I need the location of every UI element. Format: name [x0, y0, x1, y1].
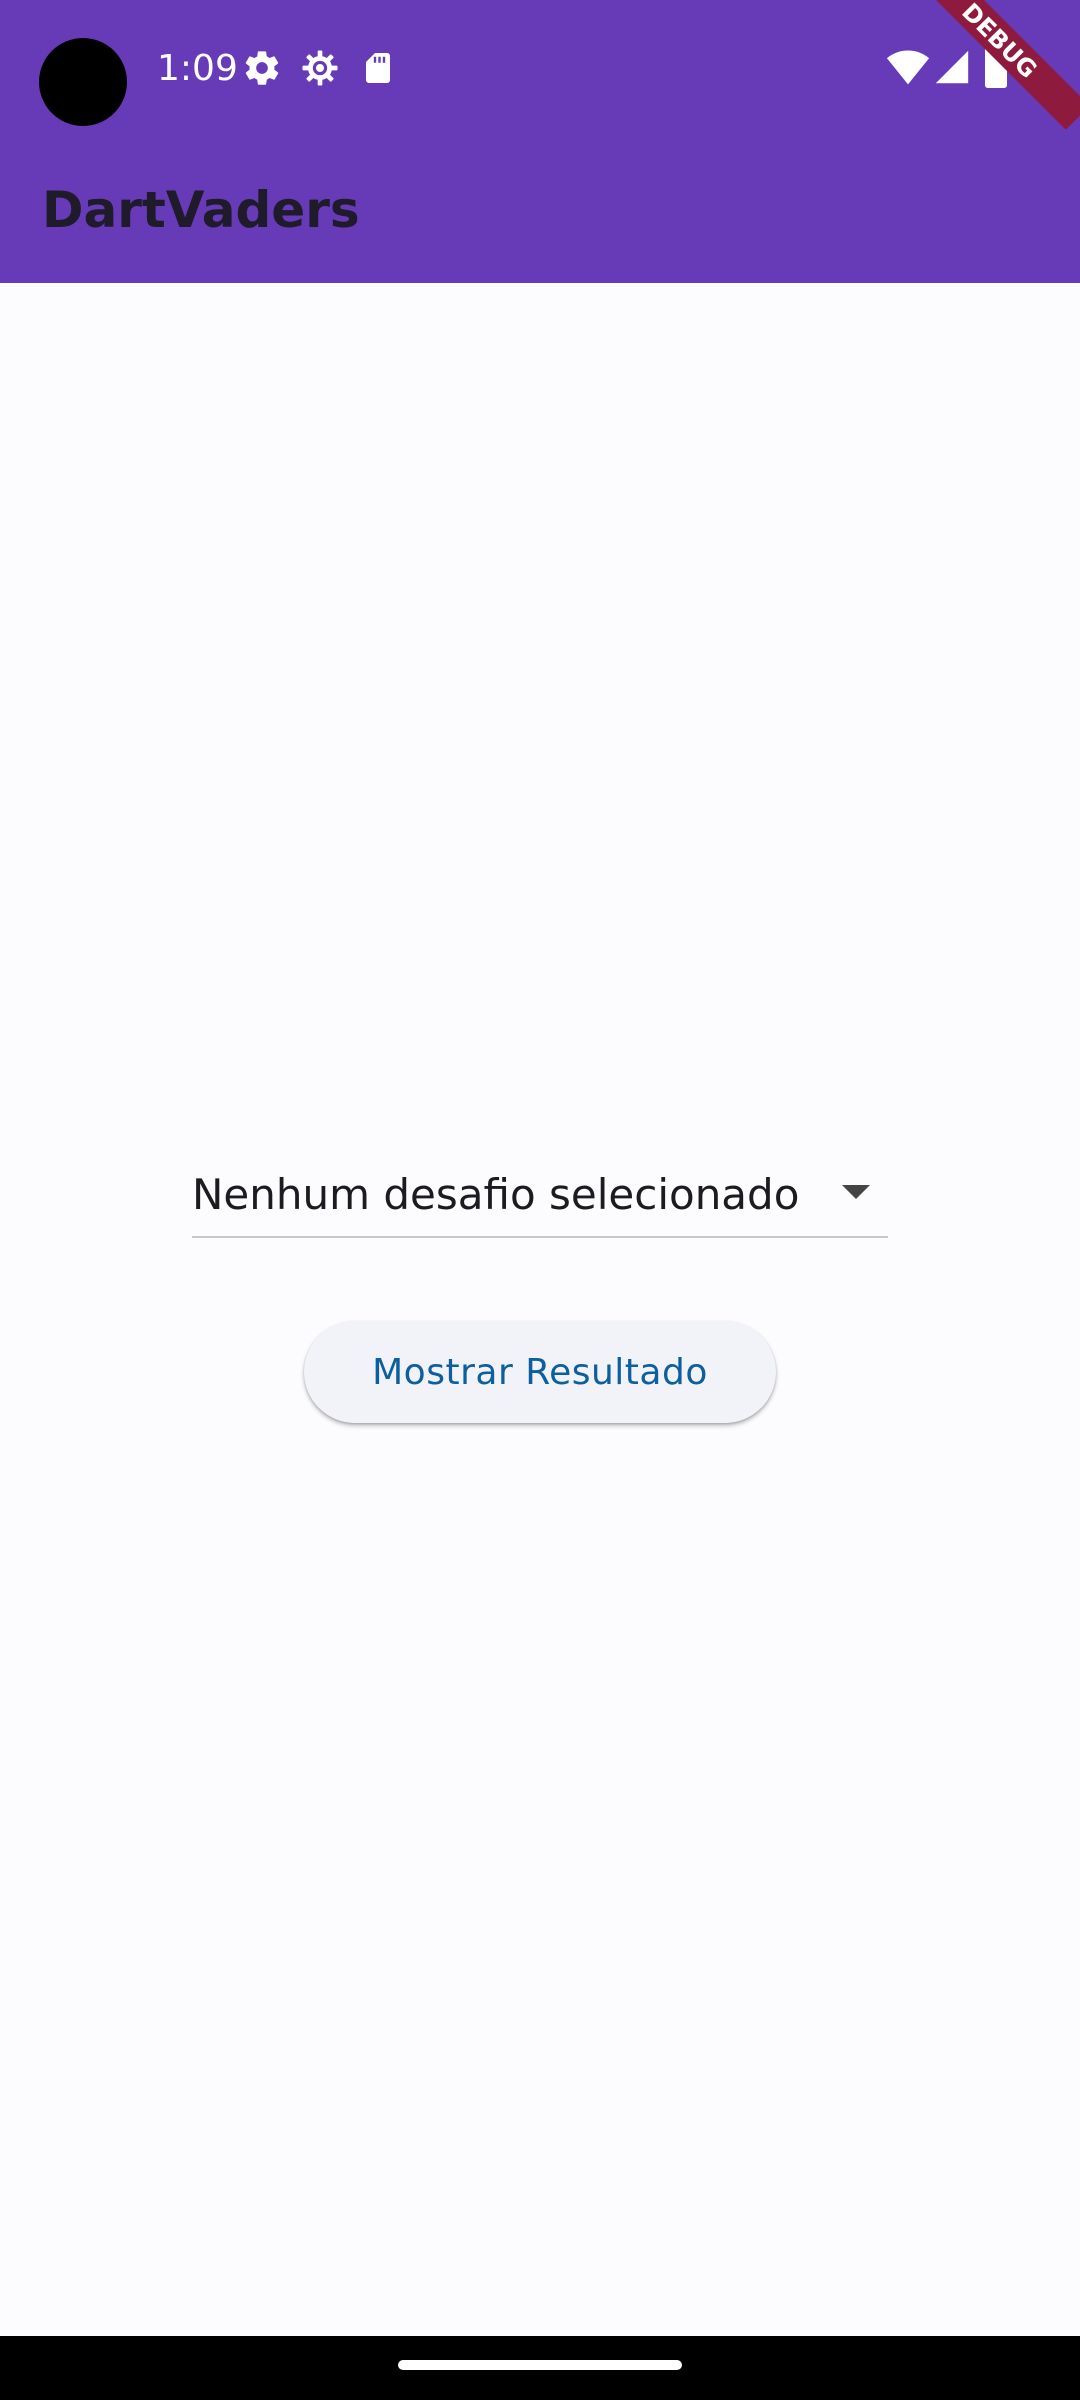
settings-icon: [245, 51, 279, 85]
show-result-button[interactable]: Mostrar Resultado: [304, 1321, 776, 1423]
app-title: DartVaders: [42, 181, 360, 239]
debug-banner: DEBUG: [880, 0, 1080, 150]
system-nav-bar: [0, 2336, 1080, 2400]
home-gesture-handle[interactable]: [398, 2360, 682, 2370]
app-bar: 1:09 DartVaders DEBUG: [0, 0, 1080, 283]
sd-card-icon: [366, 53, 390, 83]
dropdown-selected-value: Nenhum desafio selecionado: [192, 1170, 800, 1219]
arrow-drop-down-icon: [842, 1185, 870, 1199]
camera-cutout: [39, 38, 127, 126]
status-time: 1:09: [157, 48, 238, 89]
debug-label: DEBUG: [956, 0, 1042, 84]
show-result-button-label: Mostrar Resultado: [372, 1351, 708, 1393]
challenge-dropdown[interactable]: Nenhum desafio selecionado: [192, 1160, 888, 1238]
settings-gear-icon: [302, 50, 338, 86]
